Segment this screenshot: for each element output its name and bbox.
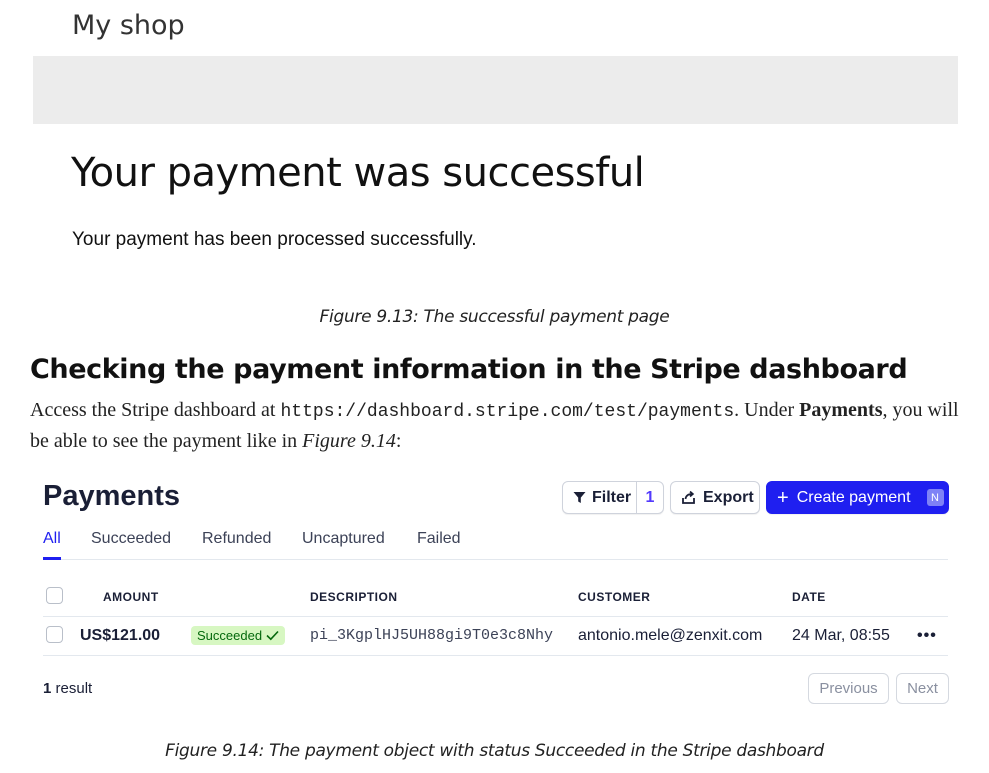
create-payment-label: Create payment	[796, 488, 911, 506]
column-header-amount[interactable]: AMOUNT	[103, 590, 159, 604]
status-label: Succeeded	[197, 628, 263, 643]
result-label: result	[51, 680, 93, 697]
paragraph-text: Access the Stripe dashboard at	[30, 399, 281, 421]
filter-label: Filter	[592, 488, 632, 506]
paragraph-text: :	[395, 430, 402, 452]
success-heading: Your payment was successful	[71, 150, 645, 196]
column-header-description[interactable]: DESCRIPTION	[310, 590, 398, 604]
filter-button[interactable]: Filter 1	[562, 481, 664, 514]
tab-succeeded[interactable]: Succeeded	[91, 530, 171, 548]
plus-icon: +	[777, 486, 789, 509]
success-message: Your payment has been processed successf…	[72, 229, 477, 250]
checkmark-icon	[266, 630, 279, 641]
payment-amount: US$121.00	[80, 627, 161, 644]
row-checkbox[interactable]	[46, 626, 63, 643]
payment-customer: antonio.mele@zenxit.com	[578, 627, 763, 644]
figure-caption-9-13: Figure 9.13: The successful payment page	[319, 307, 670, 327]
figure-reference: Figure 9.14	[302, 430, 396, 452]
column-header-date[interactable]: DATE	[792, 590, 826, 604]
shop-title: My shop	[72, 10, 185, 41]
export-button[interactable]: Export	[670, 481, 760, 514]
filter-count-badge[interactable]: 1	[637, 489, 663, 507]
next-page-button[interactable]: Next	[896, 673, 949, 704]
funnel-icon	[573, 492, 586, 503]
previous-page-button[interactable]: Previous	[808, 673, 889, 704]
payments-title: Payments	[43, 480, 181, 512]
ellipsis-icon[interactable]: •••	[917, 627, 937, 645]
table-divider	[43, 616, 948, 617]
tab-refunded[interactable]: Refunded	[202, 530, 271, 548]
table-divider	[43, 655, 948, 656]
keyboard-shortcut-badge: N	[926, 489, 944, 506]
filter-main[interactable]: Filter	[563, 482, 637, 513]
tab-all[interactable]: All	[43, 530, 61, 560]
figure-caption-9-14: Figure 9.14: The payment object with sta…	[165, 741, 824, 761]
paragraph-text: . Under	[734, 399, 800, 421]
tab-uncaptured[interactable]: Uncaptured	[302, 530, 385, 548]
status-tabs: All Succeeded Refunded Uncaptured Failed	[43, 530, 948, 560]
dashboard-url: https://dashboard.stripe.com/test/paymen…	[280, 402, 735, 422]
status-badge: Succeeded	[191, 626, 286, 645]
payment-date: 24 Mar, 08:55	[792, 627, 890, 644]
payment-description: pi_3KgplHJ5UH88gi9T0e3c8Nhy	[310, 627, 554, 644]
payments-emphasis: Payments	[799, 399, 883, 421]
tab-failed[interactable]: Failed	[417, 530, 461, 548]
export-label: Export	[703, 488, 754, 506]
section-heading: Checking the payment information in the …	[30, 354, 908, 385]
result-count: 1 result	[43, 680, 92, 697]
column-header-customer[interactable]: CUSTOMER	[578, 590, 650, 604]
body-paragraph: Access the Stripe dashboard at https://d…	[30, 396, 975, 456]
select-all-checkbox[interactable]	[46, 587, 63, 604]
create-payment-button[interactable]: + Create payment N	[766, 481, 949, 514]
shop-header-bar	[33, 56, 958, 124]
export-icon	[682, 490, 695, 504]
